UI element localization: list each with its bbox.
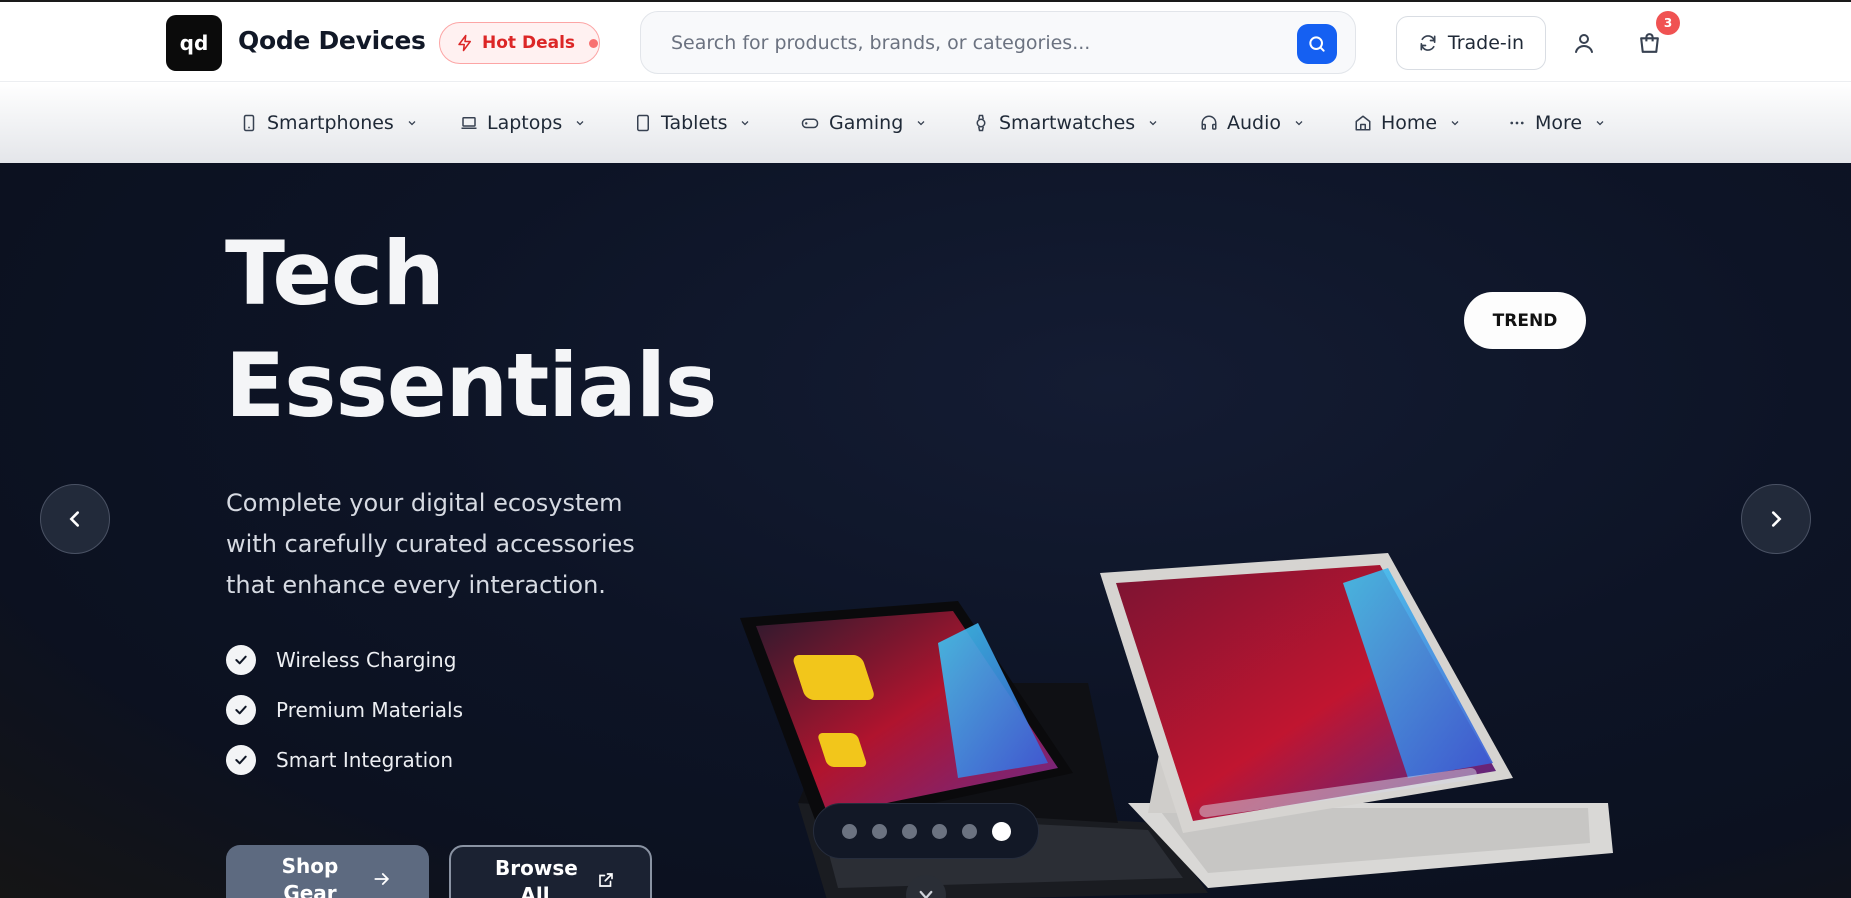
browse-all-label: Browse All [495,856,578,898]
cart-count-badge: 3 [1656,11,1680,35]
ellipsis-icon [1510,121,1524,125]
logo[interactable]: qd [166,15,222,71]
shop-gear-label: Shop Gear [281,854,339,898]
trade-in-button[interactable]: Trade-in [1396,16,1546,70]
chevron-down-icon [408,121,416,126]
top-header: qd Qode Devices Hot Deals Trade-in 3 [0,0,1851,82]
nav-label: Home [1381,112,1438,134]
category-nav: Smartphones Laptops Tablets Gaming Smart… [0,82,1851,163]
chevron-down-icon [1451,121,1459,126]
nav-label: Gaming [829,112,904,134]
shop-gear-button[interactable]: Shop Gear [226,845,429,898]
feature-item: Premium Materials [226,695,463,725]
chevron-down-icon [1295,121,1303,126]
chevron-right-icon [1771,511,1782,527]
hero-title-line-1: Tech [225,222,445,325]
slide-dot[interactable] [901,823,917,839]
slide-dot-active[interactable] [991,821,1011,841]
laptop-icon [461,117,477,129]
slide-dot[interactable] [841,823,857,839]
nav-home[interactable]: Home [1354,110,1461,136]
chevron-down-icon [1596,121,1604,126]
check-icon [226,695,256,725]
nav-label: Laptops [487,112,563,134]
smartphone-icon [243,114,255,132]
hot-deals-button[interactable]: Hot Deals [439,22,600,64]
logo-text: qd [179,31,209,55]
nav-laptops[interactable]: Laptops [460,110,586,136]
cart-button[interactable] [1635,29,1663,57]
home-icon [1355,115,1371,131]
nav-gaming[interactable]: Gaming [800,110,927,136]
search-icon [1309,36,1325,52]
feature-label: Smart Integration [276,748,454,772]
next-slide-button[interactable] [1741,484,1811,554]
nav-label: Tablets [661,112,728,134]
external-link-icon [599,873,613,887]
nav-label: Smartwatches [999,112,1136,134]
user-icon [1575,34,1593,53]
prev-slide-button[interactable] [40,484,110,554]
watch-icon [976,114,986,132]
trend-badge: TREND [1464,292,1586,349]
live-dot [589,38,599,48]
arrow-right-icon [374,873,390,885]
slide-dot[interactable] [961,823,977,839]
feature-item: Wireless Charging [226,645,456,675]
search-bar [640,11,1356,74]
check-icon [226,645,256,675]
nav-label: Audio [1227,112,1282,134]
nav-label: Smartphones [267,112,394,134]
trade-in-label: Trade-in [1447,32,1525,54]
slide-dot[interactable] [871,823,887,839]
refresh-icon [1420,35,1436,51]
feature-label: Wireless Charging [276,648,457,672]
hot-deals-label: Hot Deals [482,33,576,53]
chevron-down-icon [576,121,584,126]
chevron-down-icon [917,121,925,126]
hero-title: Tech Essentials [225,218,717,442]
hero-description: Complete your digital ecosystem with car… [226,489,635,599]
check-icon [226,745,256,775]
headphones-icon [1201,115,1217,130]
nav-audio[interactable]: Audio [1200,110,1305,136]
lightning-icon [458,34,471,52]
nav-smartphones[interactable]: Smartphones [240,110,418,136]
shopping-bag-icon [1639,32,1659,53]
feature-item: Smart Integration [226,745,453,775]
chevron-down-icon [1149,121,1157,126]
slide-indicators [813,803,1039,859]
search-input[interactable] [671,28,1271,58]
search-button[interactable] [1297,24,1337,64]
feature-label: Premium Materials [276,698,464,722]
tablet-icon [637,114,649,132]
hero-carousel: Tech Essentials Complete your digital ec… [0,163,1851,898]
chevron-down-icon [919,890,933,898]
hero-title-line-2: Essentials [225,334,717,437]
nav-more[interactable]: More [1508,110,1606,136]
gamepad-icon [801,118,819,129]
nav-tablets[interactable]: Tablets [634,110,751,136]
browse-all-button[interactable]: Browse All [449,845,652,898]
brand-name[interactable]: Qode Devices [238,26,426,55]
nav-label: More [1535,112,1583,134]
account-button[interactable] [1570,29,1598,57]
chevron-down-icon [742,121,749,126]
nav-smartwatches[interactable]: Smartwatches [972,110,1159,136]
chevron-left-icon [69,511,80,527]
slide-dot[interactable] [931,823,947,839]
